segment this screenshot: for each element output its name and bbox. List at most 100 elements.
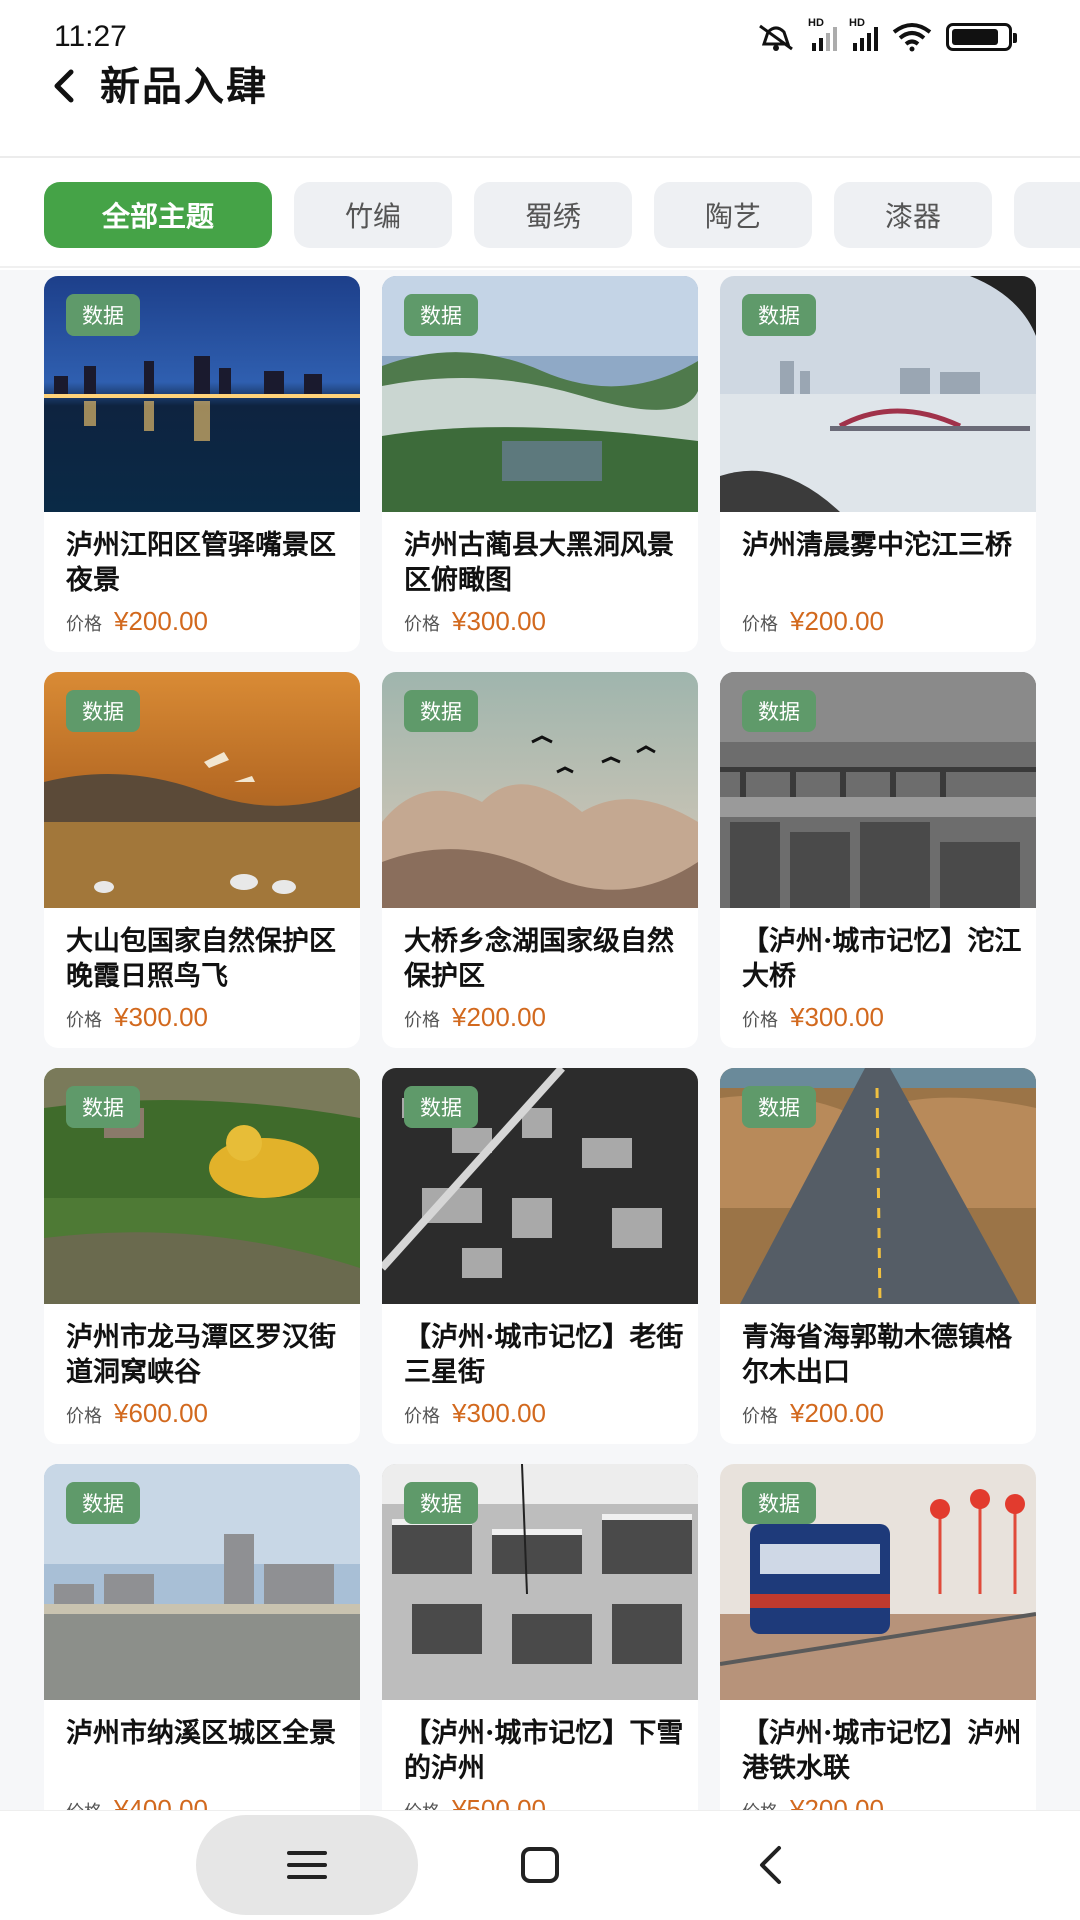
category-tabs: 全部主题竹编蜀绣陶艺漆器银 [0, 160, 1080, 268]
price-row: 价格 ¥300.00 [742, 1002, 884, 1033]
price-value: ¥200.00 [790, 1398, 884, 1428]
data-badge: 数据 [742, 1086, 816, 1128]
data-badge: 数据 [66, 690, 140, 732]
price-value: ¥600.00 [114, 1398, 208, 1428]
product-grid: 数据 泸州江阳区管驿嘴景区夜景 价格 ¥200.00 数据 泸州古蔺县大黑洞风景区俯瞰图价… [44, 276, 1036, 1810]
product-image: 数据 [720, 1068, 1036, 1304]
product-title: 【泸州·城市记忆】老街三星街 [404, 1322, 684, 1388]
price-value: ¥300.00 [790, 1002, 884, 1032]
price-value: ¥200.00 [452, 1002, 546, 1032]
page-header: 新品入肆 [0, 40, 1080, 158]
product-image: 数据 [44, 276, 360, 512]
product-card[interactable]: 数据泸州江阳区管驿嘴景区夜景价格 ¥200.00 [44, 276, 360, 652]
product-title: 【泸州·城市记忆】下雪的泸州 [404, 1718, 684, 1784]
price-value: ¥300.00 [452, 606, 546, 636]
price-row: 价格 ¥200.00 [742, 1794, 884, 1810]
menu-icon [287, 1851, 327, 1879]
price-row: 价格 ¥300.00 [404, 606, 546, 637]
product-card[interactable]: 数据泸州古蔺县大黑洞风景区俯瞰图价格 ¥300.00 [382, 276, 698, 652]
price-row: 价格 ¥300.00 [66, 1002, 208, 1033]
system-nav-bar [0, 1810, 1080, 1920]
data-badge: 数据 [742, 1482, 816, 1524]
price-label: 价格 [404, 1406, 440, 1427]
tab-1[interactable]: 竹编 [294, 182, 452, 248]
product-grid-scroll[interactable]: 数据 泸州江阳区管驿嘴景区夜景 价格 ¥200.00 数据 泸州古蔺县大黑洞风景区俯瞰图价… [0, 270, 1080, 1810]
product-title: 【泸州·城市记忆】沱江大桥 [742, 926, 1022, 992]
product-image: 数据 [382, 672, 698, 908]
price-value: ¥300.00 [452, 1398, 546, 1428]
product-image: 数据 [44, 1464, 360, 1700]
price-label: 价格 [66, 1798, 102, 1810]
price-label: 价格 [404, 1798, 440, 1810]
product-card[interactable]: 数据【泸州·城市记忆】老街三星街价格 ¥300.00 [382, 1068, 698, 1444]
product-card[interactable]: 数据大桥乡念湖国家级自然保护区价格 ¥200.00 [382, 672, 698, 1048]
price-row: 价格 ¥200.00 [742, 1398, 884, 1429]
product-title: 【泸州·城市记忆】泸州港铁水联 [742, 1718, 1022, 1784]
data-badge: 数据 [742, 690, 816, 732]
data-badge: 数据 [66, 294, 140, 336]
chevron-left-icon [54, 69, 74, 103]
price-row: 价格 ¥200.00 [742, 606, 884, 637]
back-button[interactable] [44, 58, 84, 114]
product-image: 数据 [720, 672, 1036, 908]
product-image: 数据 [382, 1068, 698, 1304]
data-badge: 数据 [742, 294, 816, 336]
data-badge: 数据 [66, 1086, 140, 1128]
tab-2[interactable]: 蜀绣 [474, 182, 632, 248]
product-title: 泸州清晨雾中沱江三桥 [742, 530, 1012, 561]
tab-3[interactable]: 陶艺 [654, 182, 812, 248]
price-row: 价格 ¥400.00 [66, 1794, 208, 1810]
price-label: 价格 [404, 614, 440, 635]
price-label: 价格 [742, 614, 778, 635]
product-title: 大山包国家自然保护区晚霞日照鸟飞 [66, 926, 336, 992]
product-card[interactable]: 数据泸州清晨雾中沱江三桥价格 ¥200.00 [720, 276, 1036, 652]
price-value: ¥500.00 [452, 1794, 546, 1810]
price-row: 价格 ¥600.00 [66, 1398, 208, 1429]
nav-back-button[interactable] [730, 1815, 810, 1915]
product-card[interactable]: 数据大山包国家自然保护区晚霞日照鸟飞价格 ¥300.00 [44, 672, 360, 1048]
product-title: 泸州市龙马潭区罗汉街道洞窝峡谷 [66, 1322, 336, 1388]
data-badge: 数据 [404, 1482, 478, 1524]
tab-4[interactable]: 漆器 [834, 182, 992, 248]
price-row: 价格 ¥300.00 [404, 1398, 546, 1429]
product-image: 数据 [720, 1464, 1036, 1700]
product-card[interactable]: 数据【泸州·城市记忆】沱江大桥价格 ¥300.00 [720, 672, 1036, 1048]
data-badge: 数据 [404, 690, 478, 732]
product-title: 青海省海郭勒木德镇格尔木出口 [742, 1322, 1012, 1388]
product-title: 泸州古蔺县大黑洞风景区俯瞰图 [404, 530, 674, 596]
price-label: 价格 [742, 1798, 778, 1810]
product-image: 数据 [44, 672, 360, 908]
nav-home-button[interactable] [500, 1815, 580, 1915]
price-label: 价格 [66, 614, 102, 635]
price-label: 价格 [742, 1406, 778, 1427]
chevron-left-icon [760, 1846, 781, 1884]
product-title: 大桥乡念湖国家级自然保护区 [404, 926, 674, 992]
data-badge: 数据 [66, 1482, 140, 1524]
data-badge: 数据 [404, 1086, 478, 1128]
tab-5[interactable]: 银 [1014, 182, 1080, 248]
product-card[interactable]: 数据泸州市纳溪区城区全景价格 ¥400.00 [44, 1464, 360, 1810]
product-image: 数据 [382, 276, 698, 512]
product-card[interactable]: 数据青海省海郭勒木德镇格尔木出口价格 ¥200.00 [720, 1068, 1036, 1444]
product-card[interactable]: 数据泸州市龙马潭区罗汉街道洞窝峡谷价格 ¥600.00 [44, 1068, 360, 1444]
product-image: 数据 [382, 1464, 698, 1700]
price-row: 价格 ¥200.00 [404, 1002, 546, 1033]
price-value: ¥200.00 [114, 606, 208, 636]
price-value: ¥300.00 [114, 1002, 208, 1032]
price-value: ¥200.00 [790, 606, 884, 636]
tab-track: 全部主题竹编蜀绣陶艺漆器银 [44, 182, 1080, 248]
price-label: 价格 [66, 1010, 102, 1031]
price-label: 价格 [404, 1010, 440, 1031]
page-title: 新品入肆 [100, 63, 268, 110]
price-value: ¥200.00 [790, 1794, 884, 1810]
product-title: 泸州江阳区管驿嘴景区夜景 [66, 530, 336, 596]
product-card[interactable]: 数据【泸州·城市记忆】泸州港铁水联价格 ¥200.00 [720, 1464, 1036, 1810]
product-card[interactable]: 数据【泸州·城市记忆】下雪的泸州价格 ¥500.00 [382, 1464, 698, 1810]
product-image: 数据 [720, 276, 1036, 512]
price-label: 价格 [66, 1406, 102, 1427]
price-value: ¥400.00 [114, 1794, 208, 1810]
tab-0[interactable]: 全部主题 [44, 182, 272, 248]
price-row: 价格 ¥200.00 [66, 606, 208, 637]
nav-menu-button[interactable] [196, 1815, 418, 1915]
product-title: 泸州市纳溪区城区全景 [66, 1718, 336, 1749]
